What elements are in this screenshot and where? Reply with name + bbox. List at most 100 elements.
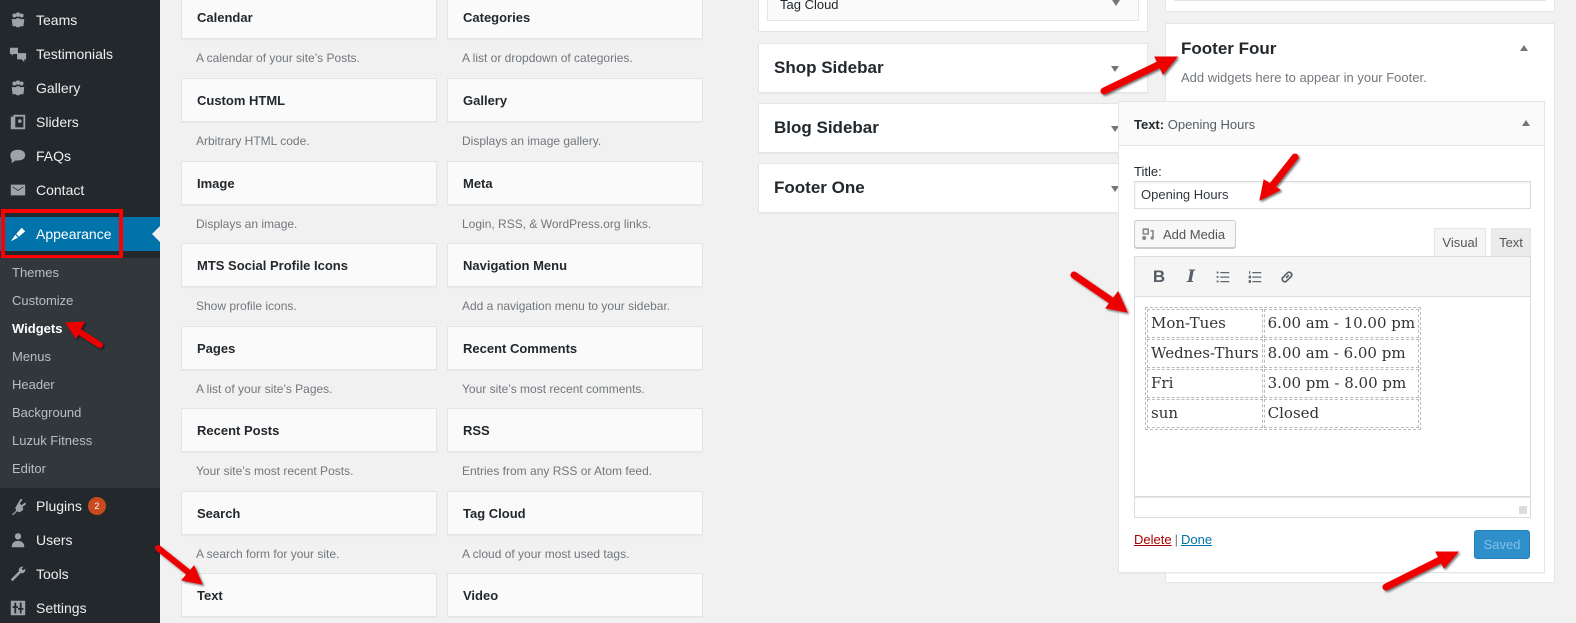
day-cell[interactable]: Wednes-Thurs: [1147, 339, 1263, 368]
tab-text[interactable]: Text: [1491, 228, 1531, 257]
widget-description: A list of your site’s Pages.: [196, 382, 333, 396]
widget-image[interactable]: Image: [181, 161, 437, 205]
sidebar-area-footer-one[interactable]: Footer One: [758, 163, 1148, 213]
widget-description: A cloud of your most used tags.: [462, 547, 630, 561]
widget-header[interactable]: Text: Opening Hours: [1119, 102, 1544, 146]
chevron-up-icon[interactable]: [1522, 120, 1530, 126]
chevron-down-icon[interactable]: [1111, 66, 1119, 72]
widget-recent-comments[interactable]: Recent Comments: [447, 326, 703, 370]
widget-tag-cloud[interactable]: Tag Cloud: [447, 491, 703, 535]
current-indicator: [152, 226, 160, 242]
plugins-icon: [8, 496, 28, 516]
sidebar-area-blog[interactable]: Blog Sidebar: [758, 103, 1148, 153]
update-count-badge: 2: [87, 497, 106, 515]
submenu-editor[interactable]: Editor: [12, 461, 46, 476]
menu-item-plugins[interactable]: Plugins 2: [0, 489, 160, 523]
sidebar-description: Add widgets here to appear in your Foote…: [1181, 70, 1427, 85]
menu-label: Users: [36, 532, 73, 548]
numbered-list-button[interactable]: [1239, 263, 1271, 291]
widget-navigation-menu[interactable]: Navigation Menu: [447, 243, 703, 287]
widget-categories[interactable]: Categories: [447, 0, 703, 39]
menu-label: FAQs: [36, 148, 72, 164]
menu-label: Tools: [36, 566, 69, 582]
italic-button[interactable]: I: [1175, 263, 1207, 291]
submenu-customize[interactable]: Customize: [12, 293, 73, 308]
day-cell[interactable]: Mon-Tues: [1147, 309, 1263, 338]
opening-hours-table[interactable]: Mon-Tues 6.00 am - 10.00 pm Wednes-Thurs 8.…: [1145, 307, 1422, 430]
widget-gallery[interactable]: Gallery: [447, 78, 703, 122]
menu-item-tools[interactable]: Tools: [0, 557, 160, 591]
menu-item-users[interactable]: Users: [0, 523, 160, 557]
editor-statusbar: [1134, 497, 1531, 518]
widget-description: Add a navigation menu to your sidebar.: [462, 299, 671, 313]
admin-menu: Teams Testimonials Gallery Sliders FAQs …: [0, 0, 160, 623]
menu-label: Gallery: [36, 80, 81, 96]
editor-content[interactable]: Mon-Tues 6.00 am - 10.00 pm Wednes-Thurs 8.…: [1134, 297, 1531, 497]
done-link[interactable]: Done: [1181, 532, 1212, 547]
widget-recent-posts[interactable]: Recent Posts: [181, 408, 437, 452]
widget-text[interactable]: Text: [181, 573, 437, 617]
tab-visual[interactable]: Visual: [1434, 228, 1486, 257]
submenu-themes[interactable]: Themes: [12, 265, 59, 280]
sidebar-title[interactable]: Footer Four: [1181, 39, 1276, 59]
add-media-button[interactable]: Add Media: [1134, 220, 1236, 248]
widget-description: Show profile icons.: [196, 299, 297, 313]
submenu-menus[interactable]: Menus: [12, 349, 51, 364]
widget-description: Displays an image.: [196, 217, 298, 231]
menu-item-gallery[interactable]: Gallery: [0, 71, 160, 105]
widget-calendar[interactable]: Calendar: [181, 0, 437, 39]
widget-pages[interactable]: Pages: [181, 326, 437, 370]
groups-icon: [8, 10, 28, 30]
widget-description: Arbitrary HTML code.: [196, 134, 310, 148]
table-row: sun Closed: [1147, 399, 1420, 428]
bold-button[interactable]: B: [1143, 263, 1175, 291]
settings-icon: [8, 598, 28, 618]
bulleted-list-button[interactable]: [1207, 263, 1239, 291]
saved-button[interactable]: Saved: [1474, 530, 1530, 559]
menu-item-contact[interactable]: Contact: [0, 173, 160, 207]
table-row: Wednes-Thurs 8.00 am - 6.00 pm: [1147, 339, 1420, 368]
sidebar-area-partial: Tag Cloud: [758, 0, 1148, 32]
sidebar-area-shop[interactable]: Shop Sidebar: [758, 43, 1148, 93]
hours-cell[interactable]: 6.00 am - 10.00 pm: [1263, 309, 1420, 338]
menu-label: Teams: [36, 12, 78, 28]
annotation-highlight-box: [1, 209, 123, 259]
format-chat-icon: [8, 146, 28, 166]
insert-link-button[interactable]: [1271, 263, 1303, 291]
menu-item-faqs[interactable]: FAQs: [0, 139, 160, 173]
chevron-down-icon[interactable]: [1112, 0, 1120, 6]
day-cell[interactable]: sun: [1147, 399, 1263, 428]
resize-handle[interactable]: [1519, 506, 1527, 514]
submenu-luzuk-fitness[interactable]: Luzuk Fitness: [12, 433, 92, 448]
widget-instance-title: Opening Hours: [1167, 117, 1256, 132]
users-icon: [8, 530, 28, 550]
widget-rss[interactable]: RSS: [447, 408, 703, 452]
widget-tag-cloud-placed[interactable]: Tag Cloud: [767, 0, 1139, 21]
widget-video[interactable]: Video: [447, 573, 703, 617]
menu-item-teams[interactable]: Teams: [0, 3, 160, 37]
hours-cell[interactable]: 3.00 pm - 8.00 pm: [1263, 369, 1420, 398]
widget-custom-html[interactable]: Custom HTML: [181, 78, 437, 122]
widget-description: A search form for your site.: [196, 547, 340, 561]
groups-icon: [8, 78, 28, 98]
widget-mts-social-profile-icons[interactable]: MTS Social Profile Icons: [181, 243, 437, 287]
submenu-background[interactable]: Background: [12, 405, 81, 420]
menu-label: Settings: [36, 600, 87, 616]
email-icon: [8, 180, 28, 200]
hours-cell[interactable]: 8.00 am - 6.00 pm: [1263, 339, 1420, 368]
chevron-up-icon[interactable]: [1520, 45, 1528, 51]
menu-label: Sliders: [36, 114, 79, 130]
hours-cell[interactable]: Closed: [1263, 399, 1420, 428]
delete-link[interactable]: Delete: [1134, 532, 1172, 547]
appearance-submenu: Themes Customize Widgets Menus Header Ba…: [0, 258, 160, 488]
widget-meta[interactable]: Meta: [447, 161, 703, 205]
menu-item-settings[interactable]: Settings: [0, 591, 160, 623]
submenu-widgets[interactable]: Widgets: [12, 321, 62, 336]
menu-item-sliders[interactable]: Sliders: [0, 105, 160, 139]
submenu-header[interactable]: Header: [12, 377, 55, 392]
day-cell[interactable]: Fri: [1147, 369, 1263, 398]
widget-description: Your site’s most recent Posts.: [196, 464, 354, 478]
title-input[interactable]: Opening Hours: [1134, 181, 1531, 209]
widget-search[interactable]: Search: [181, 491, 437, 535]
menu-item-testimonials[interactable]: Testimonials: [0, 37, 160, 71]
